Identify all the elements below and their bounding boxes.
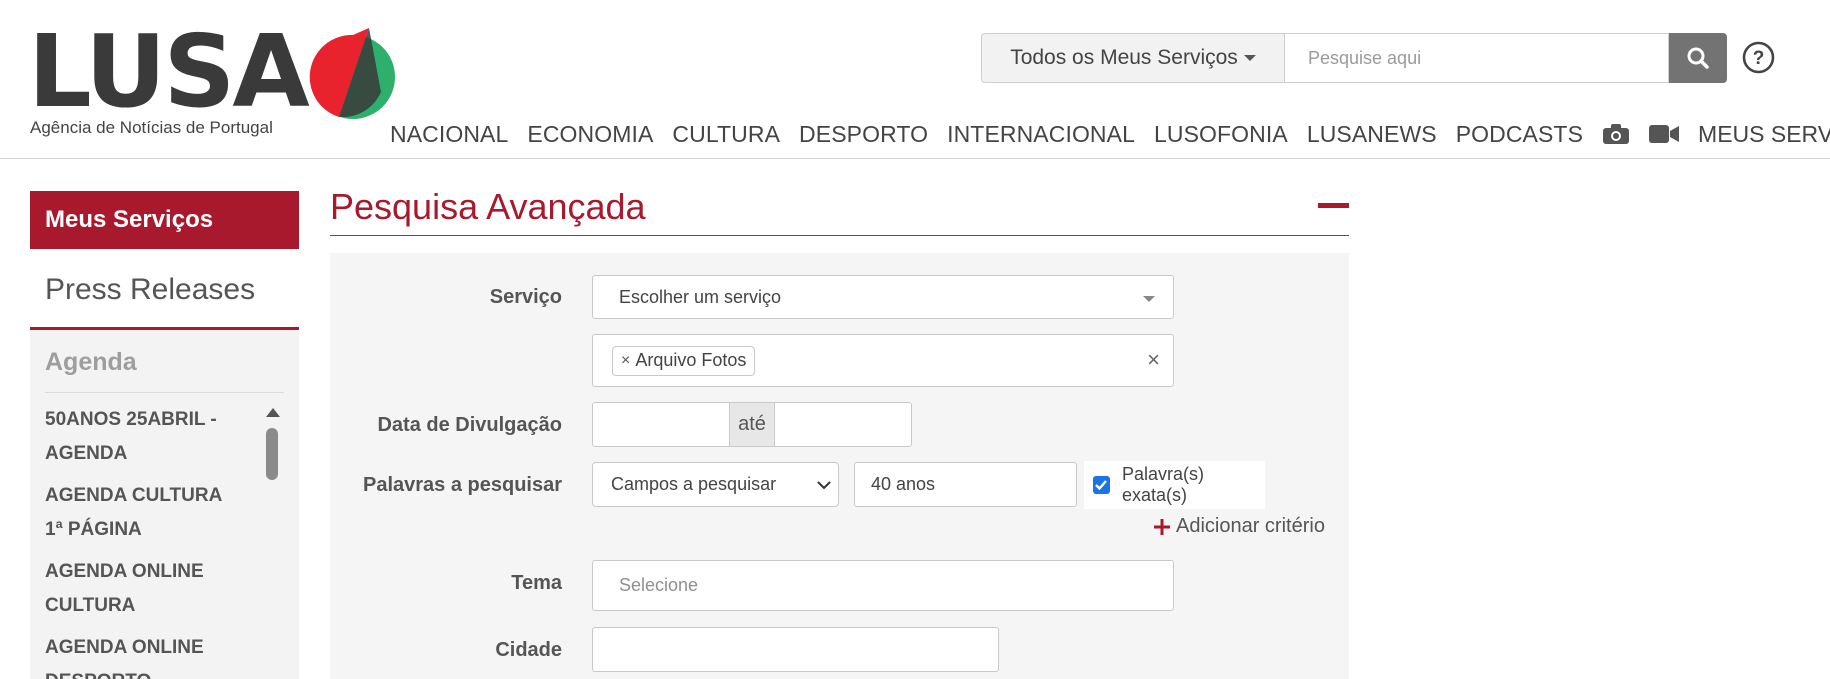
collapse-minus-icon[interactable]: [1318, 203, 1349, 208]
city-input[interactable]: [592, 627, 999, 672]
services-filter-dropdown[interactable]: Todos os Meus Serviços: [981, 33, 1285, 83]
selected-service-tag: × Arquivo Fotos: [612, 345, 756, 376]
list-item-line: 50ANOS 25ABRIL -: [45, 409, 217, 430]
list-item[interactable]: 50ANOS 25ABRIL - AGENDA: [45, 403, 260, 471]
tag-label: Arquivo Fotos: [635, 350, 747, 370]
list-item[interactable]: AGENDA CULTURA 1ª PÁGINA: [45, 479, 260, 547]
theme-label: Tema: [511, 572, 562, 594]
list-item-line: DESPORTO: [45, 665, 260, 679]
chevron-down-icon: [1243, 55, 1256, 61]
plus-icon: [1154, 518, 1170, 535]
sidebar-item-press-releases[interactable]: Press Releases: [30, 249, 299, 330]
service-select-value: Escolher um serviço: [619, 286, 782, 307]
clear-all-icon[interactable]: ×: [1147, 347, 1160, 373]
list-item[interactable]: AGENDA ONLINE DESPORTO: [45, 631, 260, 679]
list-item-line: AGENDA ONLINE: [45, 561, 204, 582]
nav-item-nacional[interactable]: NACIONAL: [390, 121, 508, 148]
date-label: Data de Divulgação: [377, 414, 562, 436]
date-to-input[interactable]: [774, 402, 912, 447]
exact-words-option: Palavra(s) exata(s): [1084, 461, 1265, 509]
logo-mark-icon: [309, 28, 395, 119]
search-input[interactable]: [1285, 33, 1669, 83]
exact-words-checkbox[interactable]: [1093, 476, 1110, 494]
list-item-line: 1ª PÁGINA: [45, 519, 142, 540]
nav-item-cultura[interactable]: CULTURA: [672, 121, 780, 148]
video-icon[interactable]: [1648, 124, 1680, 144]
nav-my-services-dropdown[interactable]: MEUS SERVIÇOS: [1698, 121, 1830, 148]
add-criteria-button[interactable]: Adicionar critério: [1154, 515, 1325, 538]
list-item-line: AGENDA CULTURA: [45, 485, 223, 506]
chevron-down-icon: [1143, 296, 1155, 302]
exact-words-label[interactable]: Palavra(s) exata(s): [1122, 464, 1265, 506]
nav-item-economia[interactable]: ECONOMIA: [527, 121, 653, 148]
camera-icon[interactable]: [1602, 123, 1630, 145]
title-divider: [330, 235, 1349, 236]
keywords-label: Palavras a pesquisar: [362, 474, 562, 496]
checkmark-icon: [1095, 480, 1108, 490]
help-icon[interactable]: ?: [1742, 41, 1775, 74]
date-from-input[interactable]: [592, 402, 730, 447]
page-title: Pesquisa Avançada: [330, 186, 646, 227]
sidebar-agenda-heading[interactable]: Agenda: [45, 348, 137, 377]
sidebar-agenda-panel: Agenda 50ANOS 25ABRIL - AGENDA AGENDA CU…: [30, 330, 299, 679]
svg-text:?: ?: [1753, 48, 1765, 69]
main-navigation: NACIONAL ECONOMIA CULTURA DESPORTO INTER…: [390, 117, 1830, 151]
nav-my-services-label: MEUS SERVIÇOS: [1698, 120, 1830, 147]
add-criteria-label: Adicionar critério: [1176, 515, 1325, 537]
list-item-line: CULTURA: [45, 595, 136, 616]
list-item-line: AGENDA: [45, 443, 128, 464]
chevron-down-icon: [817, 481, 831, 490]
nav-item-lusofonia[interactable]: LUSOFONIA: [1154, 121, 1288, 148]
nav-item-desporto[interactable]: DESPORTO: [799, 121, 928, 148]
list-item[interactable]: AGENDA ONLINE CULTURA: [45, 555, 260, 623]
search-icon: [1687, 47, 1709, 69]
search-fields-select[interactable]: Campos a pesquisar: [592, 462, 839, 507]
nav-item-podcasts[interactable]: PODCASTS: [1456, 121, 1583, 148]
service-select[interactable]: Escolher um serviço: [592, 275, 1174, 319]
logo-tagline: Agência de Notícias de Portugal: [30, 118, 273, 137]
search-button[interactable]: [1669, 33, 1727, 83]
services-filter-label: Todos os Meus Serviços: [1010, 46, 1238, 69]
keywords-input[interactable]: [854, 462, 1077, 507]
search-fields-value: Campos a pesquisar: [611, 474, 777, 494]
header-divider: [0, 158, 1830, 159]
sidebar-title: Meus Serviços: [30, 191, 299, 249]
list-item-line: AGENDA ONLINE: [45, 637, 204, 658]
sidebar-divider: [45, 392, 284, 393]
service-label: Serviço: [489, 286, 562, 308]
lusa-logo[interactable]: LUSA Agência de Notícias de Portugal: [28, 13, 395, 143]
service-tags-box[interactable]: × Arquivo Fotos ×: [592, 334, 1174, 387]
nav-item-internacional[interactable]: INTERNACIONAL: [947, 121, 1135, 148]
sidebar-agenda-list: 50ANOS 25ABRIL - AGENDA AGENDA CULTURA 1…: [45, 403, 260, 679]
date-separator: até: [730, 402, 774, 447]
nav-item-lusanews[interactable]: LUSANEWS: [1307, 121, 1437, 148]
logo-wordmark: LUSA: [28, 13, 310, 130]
theme-select-input[interactable]: [592, 560, 1174, 611]
remove-tag-icon[interactable]: ×: [621, 352, 630, 370]
city-label: Cidade: [495, 639, 562, 661]
